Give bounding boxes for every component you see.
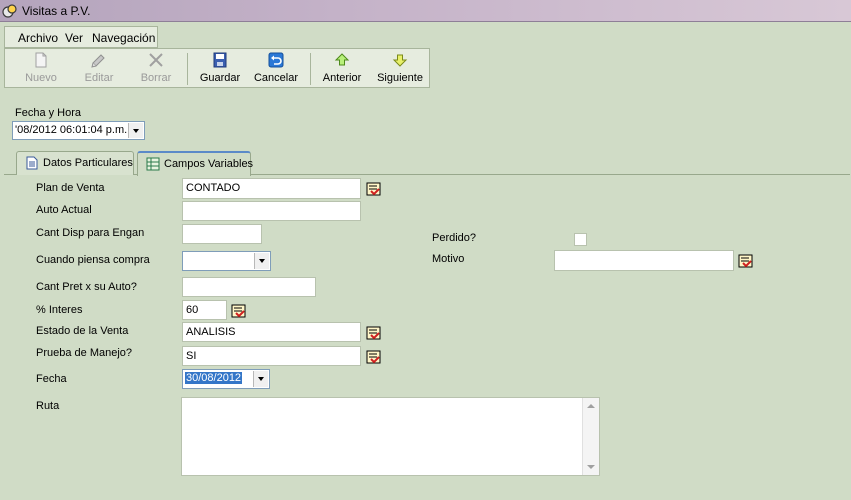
- menu-bar: Archivo Ver Navegación: [4, 26, 158, 48]
- prueba-manejo-value: SI: [186, 350, 197, 362]
- plan-venta-field[interactable]: CONTADO: [182, 178, 361, 199]
- nuevo-label: Nuevo: [25, 72, 57, 84]
- menu-navegacion[interactable]: Navegación: [92, 31, 155, 45]
- toolbar-separator: [187, 53, 188, 85]
- window-title: Visitas a P.V.: [22, 4, 91, 18]
- motivo-field[interactable]: [554, 250, 734, 271]
- tab-campos-variables[interactable]: Campos Variables: [137, 151, 254, 176]
- auto-actual-label: Auto Actual: [36, 204, 92, 216]
- fecha-hora-label: Fecha y Hora: [15, 107, 82, 119]
- table-icon: [146, 157, 160, 171]
- editar-label: Editar: [84, 72, 114, 84]
- ruta-textarea[interactable]: [181, 397, 600, 476]
- edit-icon: [91, 54, 105, 68]
- fecha-picker[interactable]: 30/08/2012: [182, 369, 270, 389]
- plan-venta-value: CONTADO: [186, 182, 241, 194]
- lookup-icon[interactable]: [738, 253, 754, 269]
- menu-archivo[interactable]: Archivo: [18, 31, 58, 45]
- tab-datos-label: Datos Particulares: [43, 157, 133, 169]
- anterior-label: Anterior: [322, 72, 362, 84]
- siguiente-label: Siguiente: [377, 72, 423, 84]
- interes-value: 60: [186, 304, 199, 316]
- fecha-value: 30/08/2012: [185, 372, 243, 384]
- title-bar: Visitas a P.V.: [0, 0, 851, 22]
- delete-x-icon: [149, 53, 163, 67]
- interes-field[interactable]: 60: [182, 300, 227, 320]
- nuevo-button[interactable]: Nuevo: [23, 51, 59, 87]
- estado-venta-label: Estado de la Venta: [36, 325, 129, 337]
- lookup-icon[interactable]: [366, 349, 382, 365]
- ruta-label: Ruta: [36, 400, 60, 412]
- tab-campos-label: Campos Variables: [164, 158, 254, 170]
- chevron-down-icon[interactable]: [254, 253, 269, 269]
- borrar-button[interactable]: Borrar: [138, 51, 174, 87]
- perdido-label: Perdido?: [432, 232, 477, 244]
- toolbar: Nuevo Editar Borrar Guardar Cancelar Ant…: [4, 48, 430, 88]
- prueba-manejo-field[interactable]: SI: [182, 346, 361, 366]
- tab-datos-particulares[interactable]: Datos Particulares: [16, 151, 134, 175]
- toolbar-separator: [310, 53, 311, 85]
- undo-icon: [268, 52, 284, 68]
- cuando-compra-select[interactable]: [182, 251, 271, 271]
- lookup-icon[interactable]: [231, 303, 247, 319]
- motivo-label: Motivo: [432, 253, 465, 265]
- new-document-icon: [35, 52, 47, 68]
- interes-label: % Interes: [36, 304, 83, 316]
- scroll-down-icon[interactable]: [587, 465, 595, 469]
- cancelar-button[interactable]: Cancelar: [253, 51, 299, 87]
- auto-actual-field[interactable]: [182, 201, 361, 221]
- lookup-icon[interactable]: [366, 325, 382, 341]
- lookup-icon[interactable]: [366, 181, 382, 197]
- borrar-label: Borrar: [140, 72, 172, 84]
- ruta-scrollbar[interactable]: [582, 398, 599, 475]
- cuando-compra-label: Cuando piensa compra: [36, 254, 150, 266]
- editar-button[interactable]: Editar: [81, 51, 117, 87]
- fecha-hora-value: '08/2012 06:01:04 p.m.: [15, 124, 128, 136]
- app-icon: [2, 4, 17, 18]
- fecha-hora-picker[interactable]: '08/2012 06:01:04 p.m.: [12, 121, 145, 140]
- guardar-button[interactable]: Guardar: [199, 51, 241, 87]
- estado-venta-value: ANALISIS: [186, 326, 236, 338]
- anterior-button[interactable]: Anterior: [321, 51, 363, 87]
- cant-pret-label: Cant Pret x su Auto?: [36, 281, 137, 293]
- cant-pret-field[interactable]: [182, 277, 316, 297]
- scroll-up-icon[interactable]: [587, 404, 595, 408]
- prueba-manejo-label: Prueba de Manejo?: [36, 347, 133, 359]
- siguiente-button[interactable]: Siguiente: [375, 51, 425, 87]
- save-disk-icon: [213, 52, 227, 68]
- estado-venta-field[interactable]: ANALISIS: [182, 322, 361, 342]
- menu-ver[interactable]: Ver: [65, 31, 83, 45]
- plan-venta-label: Plan de Venta: [36, 182, 105, 194]
- guardar-label: Guardar: [199, 72, 241, 84]
- cancelar-label: Cancelar: [253, 72, 299, 84]
- chevron-down-icon[interactable]: [253, 371, 268, 387]
- chevron-down-icon[interactable]: [128, 123, 143, 138]
- perdido-checkbox[interactable]: [574, 233, 587, 246]
- cant-disp-label: Cant Disp para Engan: [36, 227, 145, 239]
- document-icon: [26, 156, 38, 170]
- arrow-down-icon: [392, 54, 408, 67]
- fecha-label: Fecha: [36, 373, 67, 385]
- arrow-up-icon: [334, 53, 350, 66]
- cant-disp-field[interactable]: [182, 224, 262, 244]
